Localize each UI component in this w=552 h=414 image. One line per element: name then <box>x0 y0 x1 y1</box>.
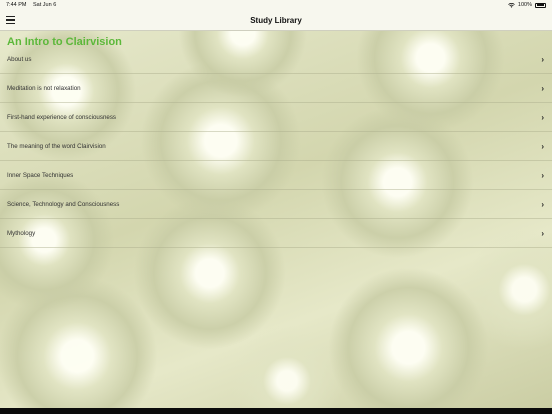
list-item-label: Inner Space Techniques <box>7 171 74 179</box>
hamburger-icon[interactable] <box>6 16 15 24</box>
list-item-science-technology[interactable]: Science, Technology and Consciousness › <box>0 190 552 219</box>
list-item-meditation[interactable]: Meditation is not relaxation › <box>0 74 552 103</box>
chevron-right-icon: › <box>541 112 544 122</box>
chevron-right-icon: › <box>541 199 544 209</box>
navigation-bar: Study Library <box>0 10 552 31</box>
list-item-about-us[interactable]: About us › <box>0 45 552 74</box>
status-date: Sat Jun 6 <box>33 2 57 8</box>
list-item-first-hand-experience[interactable]: First-hand experience of consciousness › <box>0 103 552 132</box>
list-item-label: First-hand experience of consciousness <box>7 113 117 121</box>
main-content: An Intro to Clairvision About us › Medit… <box>0 31 552 408</box>
chevron-right-icon: › <box>541 170 544 180</box>
list-item-label: About us <box>7 55 32 63</box>
list-item-label: The meaning of the word Clairvision <box>7 142 106 150</box>
list-item-mythology[interactable]: Mythology › <box>0 219 552 248</box>
page-title: Study Library <box>250 15 302 25</box>
bottom-edge <box>0 408 552 414</box>
list-item-label: Science, Technology and Consciousness <box>7 200 120 208</box>
wifi-icon <box>508 2 515 8</box>
battery-icon <box>535 2 546 8</box>
topic-list: About us › Meditation is not relaxation … <box>0 45 552 248</box>
list-item-label: Mythology <box>7 229 36 237</box>
list-item-meaning-of-clairvision[interactable]: The meaning of the word Clairvision › <box>0 132 552 161</box>
battery-percent: 100% <box>517 2 532 8</box>
chevron-right-icon: › <box>541 141 544 151</box>
chevron-right-icon: › <box>541 83 544 93</box>
chevron-right-icon: › <box>541 228 544 238</box>
list-item-inner-space-techniques[interactable]: Inner Space Techniques › <box>0 161 552 190</box>
status-bar: 7:44 PM Sat Jun 6 100% <box>0 0 552 10</box>
status-time: 7:44 PM <box>6 2 27 8</box>
chevron-right-icon: › <box>541 54 544 64</box>
list-item-label: Meditation is not relaxation <box>7 84 81 92</box>
